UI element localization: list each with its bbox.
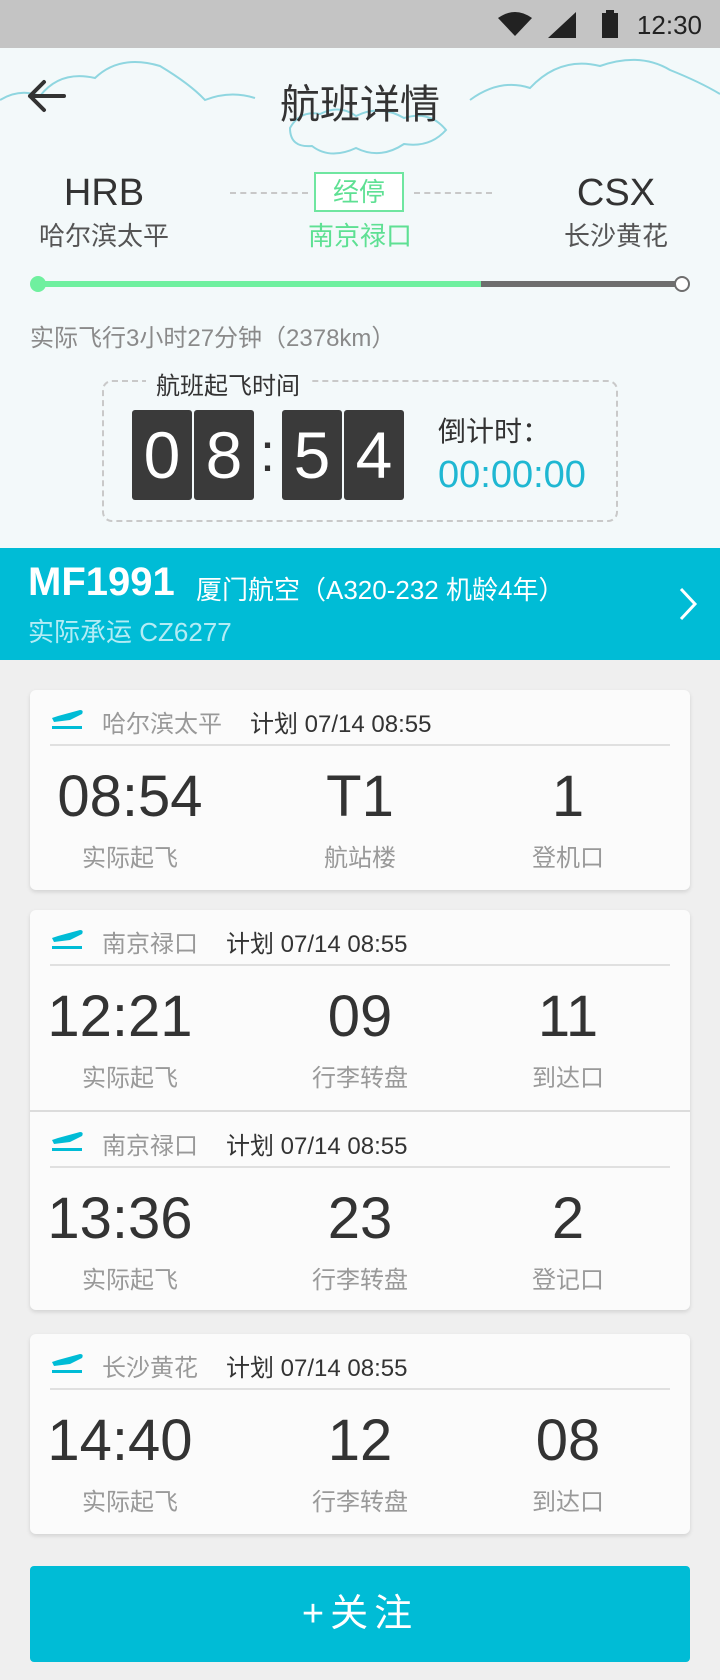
stat-label: 行李转盘 [312,1267,408,1294]
departure-code: HRB [63,172,145,214]
plane-icon [52,1132,83,1151]
stat-value: 1 [551,764,585,829]
stat-actual-time: 12:21 实际起飞 [20,982,220,1093]
stat-value: 08:54 [57,764,203,829]
stat-baggage: 09 行李转盘 [260,982,460,1093]
stat-value: 12:21 [47,984,193,1049]
progress-fill [38,281,481,287]
flight-number: MF1991 [28,560,175,604]
stat-value: 09 [327,984,393,1049]
operated-by: 实际承运 CZ6277 [28,617,232,647]
progress-start-dot [30,276,46,292]
segment-header: 南京禄口 计划 07/14 08:55 [50,1112,670,1168]
stat-value: T1 [326,764,394,829]
stat-value: 14:40 [47,1408,193,1473]
stat-baggage: 12 行李转盘 [260,1406,460,1517]
segment-header: 哈尔滨太平 计划 07/14 08:55 [50,690,670,746]
segment-card-arrival: 长沙黄花 计划 07/14 08:55 14:40 实际起飞 12 行李转盘 0… [30,1334,690,1534]
stopover-badge: 经停 [314,172,404,212]
stat-value: 12 [327,1408,393,1473]
segment-airport: 长沙黄花 [102,1355,198,1382]
arrival-name: 长沙黄花 [563,221,668,251]
segment-plan-time: 计划 07/14 08:55 [226,931,408,958]
stat-label: 实际起飞 [82,1065,178,1092]
countdown-label: 倒计时： [438,416,551,447]
stat-actual-time: 08:54 实际起飞 [30,762,230,873]
plane-icon [52,710,83,729]
stat-value: 23 [327,1186,393,1251]
flight-progress-bar [30,274,690,294]
stat-exit: 11 到达口 [468,982,668,1093]
flight-segment: 长沙黄花 计划 07/14 08:55 14:40 实际起飞 12 行李转盘 0… [30,1334,690,1534]
departure-name: 哈尔滨太平 [38,221,169,251]
status-time: 12:30 [636,10,702,40]
stat-label: 到达口 [532,1489,604,1516]
stat-value: 08 [535,1408,601,1473]
flip-digit: 8 [194,410,254,500]
countdown-value: 00:00:00 [438,454,586,496]
stopover-name: 南京禄口 [307,221,412,251]
stat-terminal: T1 航站楼 [260,762,460,873]
wifi-icon [498,12,532,36]
stat-exit: 08 到达口 [468,1406,668,1517]
flight-segment: 哈尔滨太平 计划 07/14 08:55 08:54 实际起飞 T1 航站楼 1… [30,690,690,890]
stat-label: 行李转盘 [312,1065,408,1092]
segment-header: 南京禄口 计划 07/14 08:55 [50,910,670,966]
stat-value: 13:36 [47,1186,193,1251]
stat-value: 11 [537,984,599,1049]
segment-header: 长沙黄花 计划 07/14 08:55 [50,1334,670,1390]
segment-card-stopover: 南京禄口 计划 07/14 08:55 12:21 实际起飞 09 行李转盘 1… [30,910,690,1310]
follow-button[interactable]: +关注 [30,1566,690,1662]
plane-icon [52,1354,83,1373]
stat-label: 登记口 [532,1267,604,1294]
plane-icon [52,930,83,949]
departure-time-label: 航班起飞时间 [146,366,310,401]
stat-value: 2 [551,1186,585,1251]
airline-info: 厦门航空（A320-232 机龄4年） [196,575,565,605]
segment-card-departure: 哈尔滨太平 计划 07/14 08:55 08:54 实际起飞 T1 航站楼 1… [30,690,690,890]
flight-segment: 南京禄口 计划 07/14 08:55 12:21 实际起飞 09 行李转盘 1… [30,910,690,1110]
departure-time-box: 航班起飞时间 0 8 : 5 4 倒计时： 00:00:00 [102,366,618,522]
segment-airport: 南京禄口 [102,1133,198,1160]
route-summary: HRB 哈尔滨太平 经停 南京禄口 CSX 长沙黄花 [0,172,720,262]
segment-plan-time: 计划 07/14 08:55 [226,1133,408,1160]
page-title: 航班详情 [280,83,440,127]
stat-label: 到达口 [532,1065,604,1092]
stat-label: 实际起飞 [82,1489,178,1516]
route-dash-right [414,192,492,194]
flip-colon: : [260,423,276,483]
stat-label: 航站楼 [324,845,396,872]
stat-actual-time: 14:40 实际起飞 [20,1406,220,1517]
flip-digit: 5 [282,410,342,500]
stat-gate: 2 登记口 [468,1184,668,1295]
segment-airport: 哈尔滨太平 [102,711,222,738]
flip-digit: 4 [344,410,404,500]
stat-label: 实际起飞 [82,1267,178,1294]
stat-baggage: 23 行李转盘 [260,1184,460,1295]
segment-plan-time: 计划 07/14 08:55 [226,1355,408,1382]
flight-header: 航班详情 HRB 哈尔滨太平 经停 南京禄口 CSX 长沙黄花 实际飞行3小时2… [0,48,720,548]
stat-label: 行李转盘 [312,1489,408,1516]
status-bar: 12:30 [0,0,720,48]
segment-airport: 南京禄口 [102,931,198,958]
stat-label: 实际起飞 [82,845,178,872]
arrival-code: CSX [576,172,656,214]
stat-gate: 1 登机口 [468,762,668,873]
stat-label: 登机口 [532,845,604,872]
flip-digit: 0 [132,410,192,500]
flight-duration: 实际飞行3小时27分钟（2378km） [30,325,396,352]
flight-info-bar[interactable]: MF1991 厦门航空（A320-232 机龄4年） 实际承运 CZ6277 [0,548,720,660]
progress-end-dot [674,276,690,292]
signal-icon [548,12,576,38]
stat-actual-time: 13:36 实际起飞 [20,1184,220,1295]
route-dash-left [230,192,308,194]
segment-plan-time: 计划 07/14 08:55 [250,711,432,738]
battery-icon [602,10,618,38]
chevron-right-icon [679,587,698,621]
flight-segment: 南京禄口 计划 07/14 08:55 13:36 实际起飞 23 行李转盘 2… [30,1110,690,1310]
